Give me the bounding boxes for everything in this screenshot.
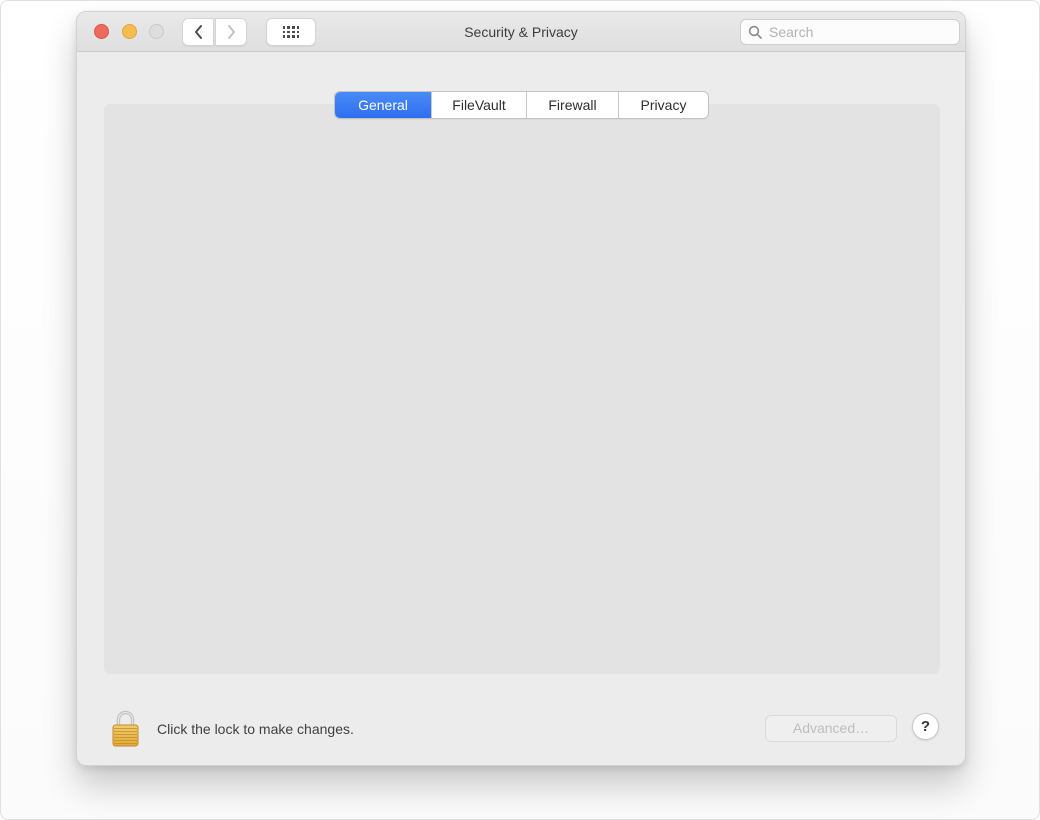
tab-general[interactable]: General xyxy=(335,92,431,118)
search-input[interactable] xyxy=(740,19,960,45)
screenshot-frame: Security & Privacy General FileVault Fir… xyxy=(0,0,1040,820)
lock-instruction-text: Click the lock to make changes. xyxy=(157,721,354,738)
search-icon xyxy=(748,25,762,39)
lock-icon[interactable] xyxy=(109,706,141,757)
tab-privacy[interactable]: Privacy xyxy=(618,92,708,118)
advanced-button[interactable]: Advanced… xyxy=(765,715,897,742)
titlebar[interactable]: Security & Privacy xyxy=(77,12,965,52)
tab-firewall[interactable]: Firewall xyxy=(526,92,618,118)
help-button[interactable]: ? xyxy=(912,713,939,740)
security-privacy-window: Security & Privacy General FileVault Fir… xyxy=(76,11,966,766)
general-pane xyxy=(104,104,940,674)
tab-bar: General FileVault Firewall Privacy xyxy=(334,91,709,119)
tab-filevault[interactable]: FileVault xyxy=(431,92,526,118)
